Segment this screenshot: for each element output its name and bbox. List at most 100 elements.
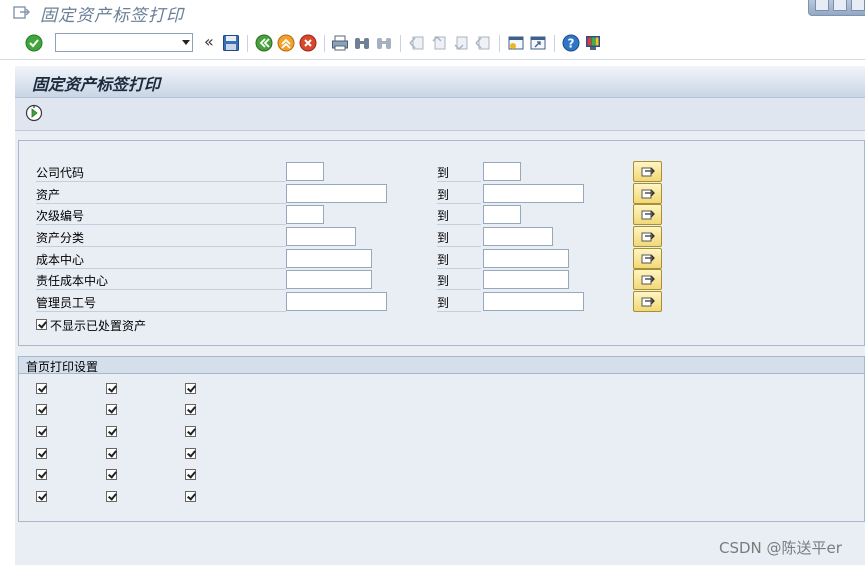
hide-disposed-checkbox[interactable]: [36, 319, 47, 330]
to-label: 到: [437, 207, 481, 225]
help-icon[interactable]: ?: [562, 34, 580, 52]
asset-to-input[interactable]: [483, 184, 584, 203]
multiple-selection-button[interactable]: [633, 204, 662, 225]
asset-class-to-input[interactable]: [483, 227, 553, 246]
multiple-selection-button[interactable]: [633, 161, 662, 182]
window-title: 固定资产标签打印: [40, 6, 184, 26]
customize-layout-icon[interactable]: [584, 34, 602, 52]
previous-page-icon[interactable]: [430, 34, 448, 52]
find-next-icon[interactable]: [375, 34, 393, 52]
to-label: 到: [437, 229, 481, 247]
multiple-selection-icon: [641, 232, 655, 242]
cancel-icon[interactable]: [299, 34, 317, 52]
subnumber-from-input[interactable]: [286, 205, 324, 224]
watermark-text: CSDN @陈送平er: [719, 539, 842, 557]
field-label: 次级编号: [36, 207, 286, 225]
last-page-icon[interactable]: [474, 34, 492, 52]
first-page-settings: [18, 374, 865, 522]
to-label: 到: [437, 164, 481, 182]
first-page-checkbox[interactable]: [36, 448, 47, 459]
collapse-command-icon[interactable]: «: [204, 32, 214, 51]
company-code-to-input[interactable]: [483, 162, 521, 181]
execute-icon[interactable]: [25, 104, 43, 122]
field-label: 资产分类: [36, 229, 286, 247]
to-label: 到: [437, 272, 481, 290]
criteria-row: 资产分类 到: [19, 226, 864, 248]
responsible-cost-center-to-input[interactable]: [483, 270, 569, 289]
subnumber-to-input[interactable]: [483, 205, 521, 224]
screen-header: 固定资产标签打印: [15, 66, 865, 98]
svg-text:?: ?: [568, 37, 575, 51]
multiple-selection-icon: [641, 189, 655, 199]
first-page-icon[interactable]: [408, 34, 426, 52]
next-page-icon[interactable]: [452, 34, 470, 52]
administrator-id-from-input[interactable]: [286, 292, 387, 311]
asset-from-input[interactable]: [286, 184, 387, 203]
hide-disposed-label: 不显示已处置资产: [50, 319, 147, 333]
criteria-row: 公司代码 到: [19, 161, 864, 183]
group-title-text: 首页打印设置: [26, 360, 99, 374]
field-label: 资产: [36, 186, 286, 204]
application-toolbar: [15, 98, 865, 131]
criteria-row: 管理员工号 到: [19, 291, 864, 313]
first-page-checkbox[interactable]: [185, 491, 196, 502]
exit-icon[interactable]: [13, 4, 31, 20]
administrator-id-to-input[interactable]: [483, 292, 584, 311]
cost-center-from-input[interactable]: [286, 249, 372, 268]
exit-icon[interactable]: [277, 34, 295, 52]
multiple-selection-icon: [641, 275, 655, 285]
multiple-selection-button[interactable]: [633, 226, 662, 247]
chevron-down-icon[interactable]: [182, 40, 190, 45]
command-field[interactable]: [55, 33, 193, 52]
first-page-checkbox[interactable]: [106, 491, 117, 502]
multiple-selection-icon: [641, 210, 655, 220]
first-page-checkbox[interactable]: [106, 426, 117, 437]
first-page-checkbox[interactable]: [106, 383, 117, 394]
find-icon[interactable]: [353, 34, 371, 52]
criteria-row: 责任成本中心 到: [19, 269, 864, 291]
multiple-selection-button[interactable]: [633, 291, 662, 312]
save-icon[interactable]: [222, 34, 240, 52]
new-session-icon[interactable]: [507, 34, 525, 52]
shortcut-icon[interactable]: [529, 34, 547, 52]
main-screen: 固定资产标签打印 公司代码 到 资产 到 次级编号 到 资产分类 到 成本中心 …: [15, 66, 865, 565]
first-page-checkbox[interactable]: [185, 383, 196, 394]
field-label: 责任成本中心: [36, 272, 286, 290]
close-window-button[interactable]: [851, 0, 865, 11]
first-page-checkbox[interactable]: [36, 404, 47, 415]
maximize-button[interactable]: [833, 0, 847, 11]
multiple-selection-button[interactable]: [633, 248, 662, 269]
first-page-checkbox[interactable]: [36, 469, 47, 480]
first-page-checkbox[interactable]: [185, 404, 196, 415]
responsible-cost-center-from-input[interactable]: [286, 270, 372, 289]
first-page-checkbox[interactable]: [185, 469, 196, 480]
multiple-selection-button[interactable]: [633, 269, 662, 290]
title-bar: 固定资产标签打印: [0, 0, 865, 27]
first-page-checkbox[interactable]: [106, 469, 117, 480]
back-icon[interactable]: [255, 34, 273, 52]
first-page-checkbox[interactable]: [185, 426, 196, 437]
minimize-button[interactable]: [815, 0, 829, 11]
print-icon[interactable]: [331, 34, 349, 52]
first-page-checkbox[interactable]: [36, 383, 47, 394]
criteria-row: 次级编号 到: [19, 204, 864, 226]
first-page-checkbox[interactable]: [106, 404, 117, 415]
field-label: 管理员工号: [36, 294, 286, 312]
first-page-checkbox[interactable]: [36, 491, 47, 502]
field-label: 公司代码: [36, 164, 286, 182]
first-page-checkbox[interactable]: [106, 448, 117, 459]
company-code-from-input[interactable]: [286, 162, 324, 181]
cost-center-to-input[interactable]: [483, 249, 569, 268]
window-controls: [808, 0, 865, 16]
multiple-selection-icon: [641, 254, 655, 264]
first-page-checkbox[interactable]: [36, 426, 47, 437]
first-page-group-title: 首页打印设置: [18, 356, 865, 374]
first-page-checkbox[interactable]: [185, 448, 196, 459]
asset-class-from-input[interactable]: [286, 227, 356, 246]
multiple-selection-button[interactable]: [633, 183, 662, 204]
standard-toolbar: « ?: [0, 28, 865, 60]
multiple-selection-icon: [641, 297, 655, 307]
multiple-selection-icon: [641, 167, 655, 177]
to-label: 到: [437, 251, 481, 269]
enter-check-icon[interactable]: [25, 34, 43, 52]
